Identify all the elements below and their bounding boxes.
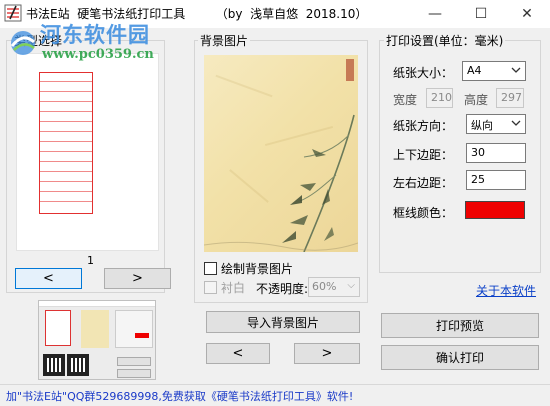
paper-line [40,181,92,182]
background-prev-button[interactable]: < [206,343,270,364]
paper-line [40,81,92,82]
qr-code-icon [43,354,65,376]
height-label: 高度 [464,93,489,107]
paper-template-preview[interactable] [16,53,159,251]
thumbnail-background [81,310,109,348]
paper-line [40,141,92,142]
bamboo-painting [204,114,358,252]
background-legend: 背景图片 [198,32,251,49]
opacity-label: 不透明度: [256,282,309,296]
chevron-left-icon: < [232,346,244,361]
orientation-select[interactable]: 纵向 [466,114,526,134]
paper-line [40,201,92,202]
paper-line [40,101,92,102]
app-window: 书法E站 硬笔书法纸打印工具 （by 浅草自悠 2018.10） — ☐ ✕ 类… [0,0,550,406]
print-settings-legend: 打印设置(单位：毫米) [384,32,506,49]
paper-line [40,171,92,172]
paper-line [40,131,92,132]
background-next-button[interactable]: > [294,343,360,364]
paper-size-value: A4 [467,64,482,77]
thumbnail-color-swatch [135,333,149,338]
qr-code-icon [67,354,89,376]
opacity-value: 60% [312,280,337,293]
draw-background-checkbox-row[interactable]: 绘制背景图片 [204,260,293,277]
minimize-button[interactable]: — [412,0,458,28]
opacity-select: 60% ⌵ [308,277,360,297]
print-preview-button[interactable]: 打印预览 [381,313,539,338]
width-field: 210 [426,88,453,108]
draw-background-label: 绘制背景图片 [221,262,294,276]
status-bar: 加"书法E站"QQ群529689998,免费获取《硬笔书法纸打印工具》软件! [0,384,550,406]
watermark-url: www.pc0359.cn [42,47,154,62]
close-button[interactable]: ✕ [504,0,550,28]
paper-size-label: 纸张大小： [393,66,454,80]
thumbnail-button [117,357,151,366]
top-bottom-margin-label: 上下边距： [393,148,454,162]
width-label: 宽度 [393,93,418,107]
confirm-print-button[interactable]: 确认打印 [381,345,539,370]
paper-line [40,111,92,112]
chevron-left-icon: < [43,271,54,286]
watermark-name: 河东软件园 [40,22,150,47]
type-prev-button[interactable]: < [15,268,82,289]
background-image [204,55,358,252]
frame-color-label: 框线颜色： [393,206,454,220]
paper-line [40,121,92,122]
liner-checkbox-row: 衬白 [204,279,245,296]
status-text: 加"书法E站"QQ群529689998,免费获取《硬笔书法纸打印工具》软件! [6,390,354,403]
maximize-button[interactable]: ☐ [458,0,504,28]
about-link[interactable]: 关于本软件 [476,282,536,299]
chevron-down-icon [511,67,521,73]
page-number: 1 [87,254,94,267]
frame-color-swatch[interactable] [465,201,525,219]
left-right-margin-field[interactable]: 25 [466,170,526,190]
paper-line [40,151,92,152]
paper-size-select[interactable]: A4 [462,61,526,81]
orientation-value: 纵向 [471,119,493,132]
chevron-right-icon: > [321,346,333,361]
close-icon: ✕ [521,6,533,22]
chevron-down-icon [511,120,521,126]
thumbnail-title-bar [39,301,155,307]
thumbnail-paper [45,310,71,346]
paper-line [40,91,92,92]
left-right-margin-label: 左右边距： [393,176,454,190]
draw-background-checkbox[interactable] [204,262,217,275]
thumbnail-button [117,369,151,378]
minimize-icon: — [428,6,442,22]
chevron-down-icon: ⌵ [347,280,355,291]
orientation-label: 纸张方向： [393,119,454,133]
top-bottom-margin-field[interactable]: 30 [466,143,526,163]
chevron-right-icon: > [132,271,143,286]
paper-line [40,161,92,162]
height-field: 297 [496,88,524,108]
paper-line [40,191,92,192]
type-next-button[interactable]: > [104,268,171,289]
thumbnail-settings [115,310,153,348]
paper-template [39,72,93,214]
watermark-logo-icon [10,31,36,55]
maximize-icon: ☐ [474,6,488,22]
app-thumbnail [38,300,156,380]
import-background-button[interactable]: 导入背景图片 [206,311,360,333]
app-icon [4,4,22,22]
liner-checkbox [204,281,217,294]
liner-label: 衬白 [221,281,246,295]
